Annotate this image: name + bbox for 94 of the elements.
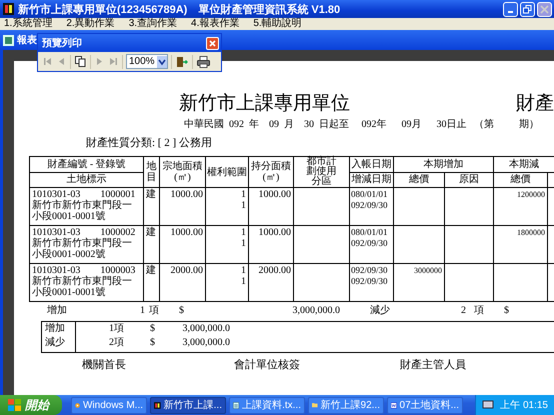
table-cell: 1 1 <box>206 226 248 264</box>
currency-sign: $ <box>150 322 156 336</box>
app-icon <box>154 400 161 410</box>
menu-item[interactable]: 1.系統管理 <box>4 18 52 30</box>
summary-label: 減少 <box>370 304 391 318</box>
table-cell: 3000000 <box>394 264 444 302</box>
menu-item[interactable]: 2.異動作業 <box>66 18 115 30</box>
column-header: 持分面積 (㎡) <box>248 156 294 188</box>
table-cell: 1800000 <box>494 226 548 264</box>
zoom-dropdown[interactable]: 100% <box>126 54 168 69</box>
start-button[interactable]: 開始 <box>0 395 62 415</box>
currency-sign: $ <box>504 304 510 318</box>
summary-unit: 項 <box>149 304 160 318</box>
totals-unit: 項 <box>114 322 125 336</box>
signature-label: 機關首長 <box>82 358 126 372</box>
totals-unit: 項 <box>114 336 125 350</box>
minimize-button[interactable] <box>503 2 518 16</box>
column-header: 宗地面積 (㎡) <box>160 156 206 188</box>
pages-button[interactable] <box>74 55 87 68</box>
signature-label: 會計單位核簽 <box>234 358 300 372</box>
summary-unit: 項 <box>474 304 485 318</box>
restore-icon <box>523 4 532 14</box>
totals-count: 1 <box>108 322 114 336</box>
restore-button[interactable] <box>520 2 535 16</box>
summary-count: 2 <box>460 304 466 318</box>
totals-count: 2 <box>108 336 114 350</box>
column-header: 財產編號 - 登錄號 <box>30 156 144 172</box>
taskbar-button[interactable]: 上課資料.tx... <box>229 396 305 414</box>
summary-count: 1 <box>139 304 145 318</box>
column-header: 總價 <box>394 172 444 188</box>
summary-label: 增加 <box>47 304 68 318</box>
table-cell: 080/01/01 092/09/30 <box>350 226 394 264</box>
window-icon <box>3 34 14 46</box>
close-button[interactable] <box>537 2 552 16</box>
taskbar-button[interactable]: 07土地資料... <box>387 396 463 414</box>
column-header: 原因 <box>444 172 494 188</box>
column-header: 本期增加 <box>394 156 494 172</box>
taskbar-button[interactable]: Windows M... <box>71 396 147 414</box>
table-cell: 2000.00 <box>248 264 294 302</box>
table-cell: 1010301-03 1000002 新竹市新竹市東門段一小段0001-0002號 <box>30 226 144 264</box>
print-button[interactable] <box>196 54 211 68</box>
network-icon <box>482 400 494 410</box>
table-cell: 1 1 <box>206 188 248 226</box>
currency-sign: $ <box>150 336 156 350</box>
table-cell: 建 <box>144 188 160 226</box>
totals-label: 增加 <box>45 322 66 336</box>
notepad-icon <box>233 400 240 410</box>
summary-amount: 3,000,000.0 <box>292 304 340 318</box>
signature-label: 財產主管人員 <box>400 358 466 372</box>
taskbar-button[interactable]: 新竹上課92... <box>308 396 384 414</box>
close-icon <box>209 40 216 46</box>
currency-sign: $ <box>179 304 185 318</box>
menu-item[interactable]: 3.查詢作業 <box>128 18 178 30</box>
report-title: 財產 <box>516 92 554 116</box>
column-header: 增減日期 <box>350 172 394 188</box>
table-cell: 建 <box>144 226 160 264</box>
column-header: 權利範圍 <box>206 156 248 188</box>
period-line: 中華民國 092 年 09 月 30 日起至 092年 09月 30日止 （第 期） <box>183 119 540 131</box>
table-cell: 2000.00 <box>160 264 206 302</box>
document-icon <box>391 400 397 410</box>
column-header: 土地標示 <box>30 172 144 188</box>
column-header: 本期減 <box>494 156 554 172</box>
table-cell: 1 1 <box>206 264 248 302</box>
close-button[interactable] <box>206 36 219 50</box>
folder-icon <box>312 400 318 410</box>
column-header: 地目 <box>144 156 160 188</box>
taskbar-button[interactable]: 新竹市上課... <box>150 396 226 414</box>
clock: 上午 01:15 <box>500 398 548 412</box>
totals-amount: 3,000,000.0 <box>182 322 230 336</box>
totals-amount: 3,000,000.0 <box>182 336 230 350</box>
table-cell: 1000.00 <box>160 188 206 226</box>
category-line: 財產性質分類: [ 2 ] 公務用 <box>85 137 213 150</box>
report-title: 新竹市上課專用單位 <box>179 92 350 116</box>
table-cell: 1000.00 <box>248 226 294 264</box>
table-cell: 1200000 <box>494 188 548 226</box>
totals-label: 減少 <box>45 336 66 350</box>
flag-icon <box>8 399 21 411</box>
table-cell: 080/01/01 092/09/30 <box>350 188 394 226</box>
app-icon <box>3 3 14 15</box>
table-cell: 092/09/30 092/09/30 <box>350 264 394 302</box>
toolbar-title: 預覽列印 <box>42 36 82 50</box>
close-icon <box>540 4 549 14</box>
menu-item[interactable]: 4.報表作業 <box>191 18 240 30</box>
column-header: 入帳日期 <box>350 156 394 172</box>
table-cell: 1010301-03 1000001 新竹市新竹市東門段一小段0001-0001號 <box>30 188 144 226</box>
column-header: 總價 <box>494 172 548 188</box>
table-cell: 1000.00 <box>160 226 206 264</box>
exit-button[interactable] <box>174 54 189 68</box>
table-cell: 1010301-03 1000003 新竹市新竹市東門段一小段0001-0001號 <box>30 264 144 302</box>
table-cell: 建 <box>144 264 160 302</box>
menu-item[interactable]: 5.輔助說明 <box>253 18 302 30</box>
child-window-title: 報表 <box>17 34 37 47</box>
table-cell: 1000.00 <box>248 188 294 226</box>
window-title: 新竹市上課專用單位(123456789A) 單位財產管理資訊系統 V1.80 <box>18 2 340 16</box>
